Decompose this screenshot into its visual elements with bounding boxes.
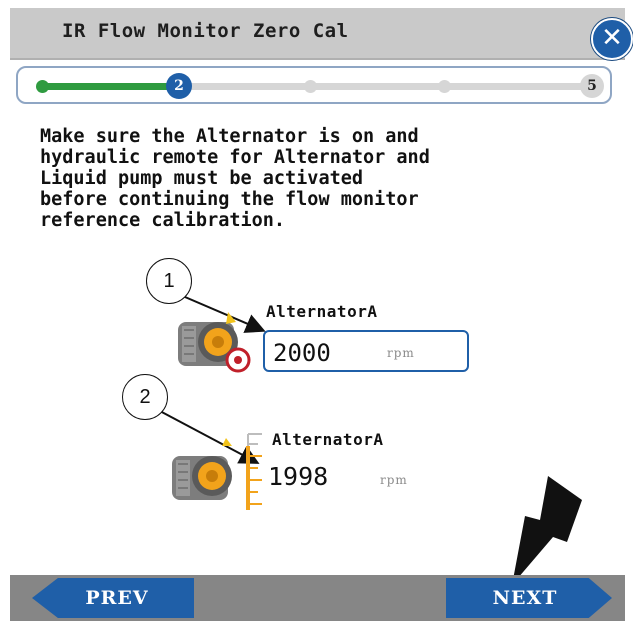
alternator-gauge-icon xyxy=(172,433,262,510)
alternator-target-label: AlternatorA xyxy=(266,302,378,321)
target-rpm-value: 2000 xyxy=(273,339,331,367)
dialog-window: IR Flow Monitor Zero Cal ✕ 2 5 Make sure… xyxy=(0,0,633,625)
target-rpm-unit: rpm xyxy=(387,346,415,360)
actual-rpm-value: 1998 xyxy=(268,462,329,491)
actual-rpm-unit: rpm xyxy=(380,473,408,487)
next-button-label: NEXT xyxy=(492,587,558,609)
target-rpm-input[interactable]: 2000 rpm xyxy=(263,330,469,372)
alternator-target-icon xyxy=(178,312,251,373)
prev-button-label: PREV xyxy=(85,587,149,609)
callout-marker-2: 2 xyxy=(122,374,168,420)
next-pointer-arrow xyxy=(512,476,582,585)
prev-button[interactable]: PREV xyxy=(32,578,194,618)
next-button[interactable]: NEXT xyxy=(446,578,612,618)
alternator-actual-label: AlternatorA xyxy=(272,430,384,449)
callout-marker-1: 1 xyxy=(146,258,192,304)
